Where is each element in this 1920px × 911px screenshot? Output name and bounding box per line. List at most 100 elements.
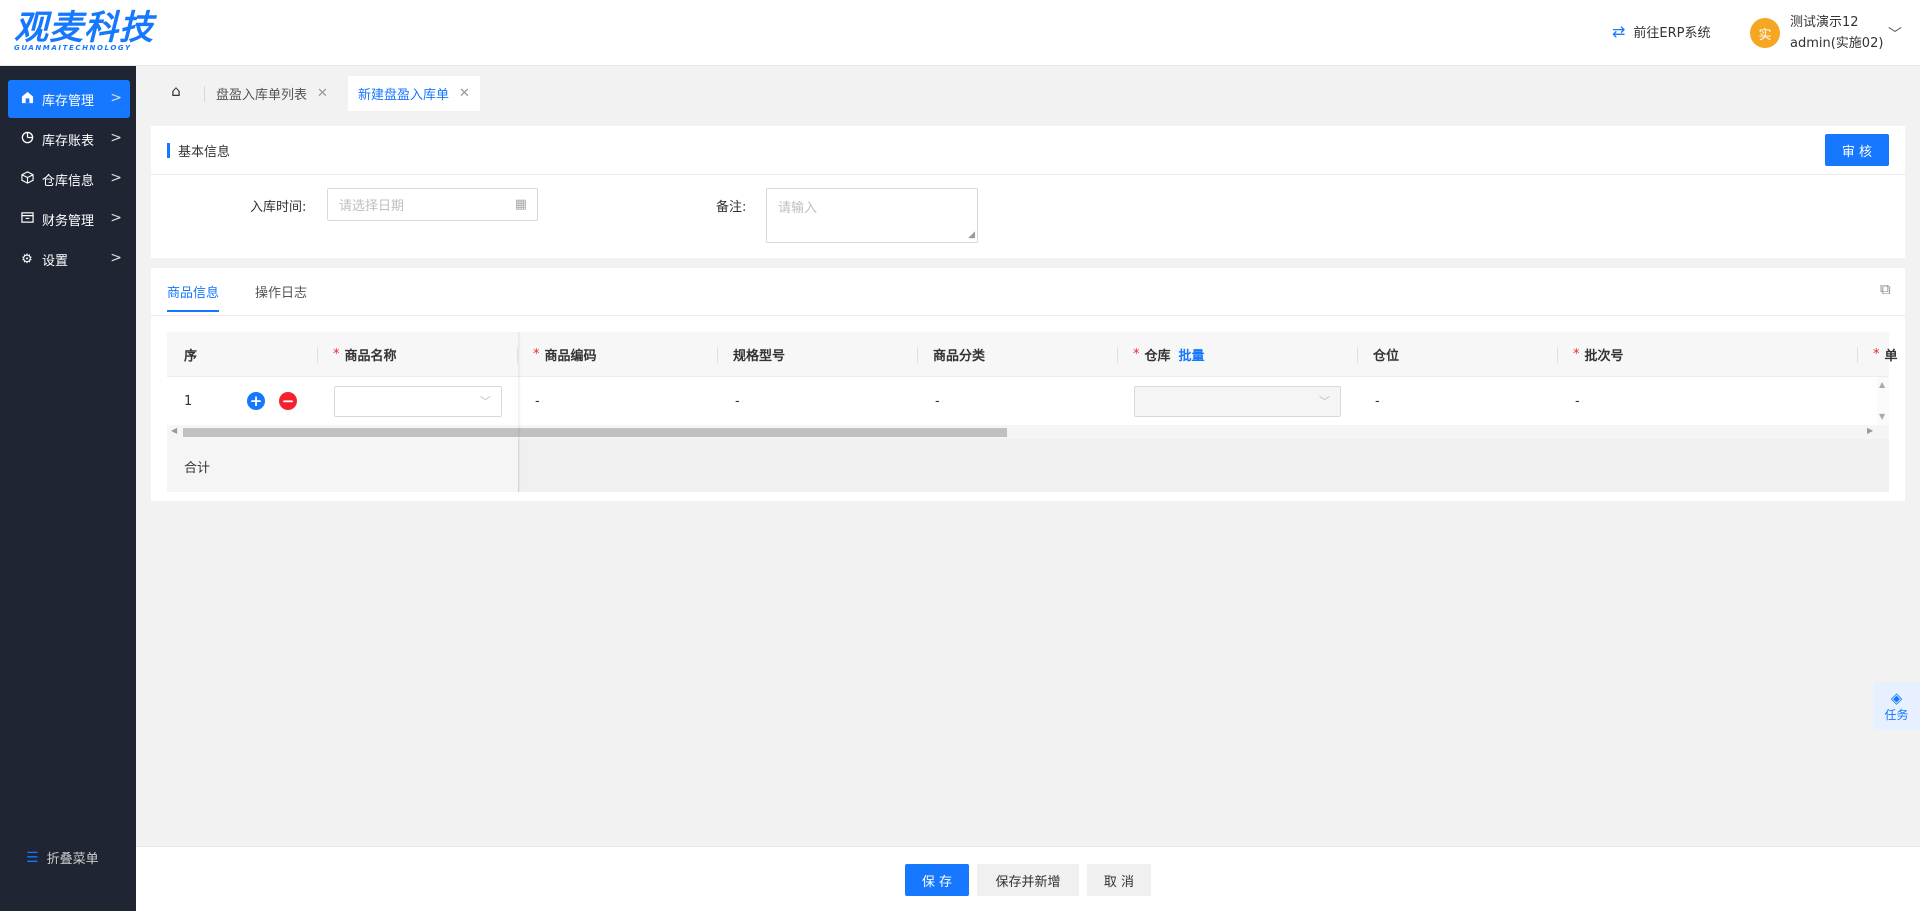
product-name-select[interactable]: ﹀ — [334, 386, 502, 417]
cell-location: - — [1375, 393, 1380, 409]
col-divider — [717, 347, 718, 363]
logo-text: 观麦科技 — [14, 8, 154, 48]
chevron-down-icon: ﹀ — [1319, 395, 1330, 408]
vertical-scrollbar[interactable]: ▲ ▼ — [1877, 377, 1889, 425]
user-menu[interactable]: 实 测试演示12 admin(实施02) — [1750, 12, 1883, 54]
audit-button[interactable]: 审 核 — [1825, 134, 1889, 166]
col-label: 商品名称 — [344, 349, 397, 364]
sidebar: 库存管理 > 库存账表 > 仓库信息 > 财务管理 > ⚙ 设置 > ☰ 折叠菜… — [0, 66, 136, 911]
warehouse-icon — [18, 91, 36, 108]
col-divider — [1357, 347, 1358, 363]
scrollbar-thumb[interactable] — [183, 428, 1007, 437]
sidebar-item-settings[interactable]: ⚙ 设置 > — [8, 240, 130, 278]
col-warehouse: * 仓库 批量 — [1133, 332, 1205, 377]
col-divider — [1857, 347, 1858, 363]
col-label: 仓库 — [1144, 349, 1171, 364]
remark-textarea[interactable]: 请输入 ◢ — [766, 188, 978, 243]
col-batch: * 批次号 — [1573, 332, 1624, 377]
scroll-up-icon[interactable]: ▲ — [1879, 380, 1885, 389]
col-next: * 单 — [1873, 332, 1898, 377]
section-title: 基本信息 — [167, 142, 231, 160]
warehouse-select[interactable]: ﹀ — [1134, 386, 1341, 417]
scroll-down-icon[interactable]: ▼ — [1879, 412, 1885, 421]
user-account: admin(实施02) — [1790, 36, 1884, 51]
table-header: 序 * 商品名称 * 商品编码 规格型号 商品分类 * 仓库 批量 仓位 * 批次号 *… — [167, 332, 1898, 377]
tab-operation-log[interactable]: 操作日志 — [255, 282, 307, 312]
tab-divider — [204, 86, 205, 102]
tab-list[interactable]: 盘盈入库单列表 ✕ — [206, 76, 338, 111]
required-mark: * — [1573, 347, 1580, 362]
sidebar-item-warehouse-info[interactable]: 仓库信息 > — [8, 160, 130, 198]
sidebar-item-finance[interactable]: 财务管理 > — [8, 200, 130, 238]
basic-info-card: 基本信息 审 核 入库时间: 请选择日期 ▦ 备注: 请输入 ◢ — [151, 126, 1905, 258]
page-tabs: ⌂ 盘盈入库单列表 ✕ 新建盘盈入库单 ✕ — [136, 66, 1920, 111]
menu-fold-icon: ☰ — [26, 849, 39, 866]
cube-icon — [18, 170, 36, 188]
remark-label: 备注: — [716, 200, 747, 215]
date-label: 入库时间: — [250, 200, 307, 215]
gear-icon: ⚙ — [21, 251, 33, 267]
col-divider — [317, 347, 318, 363]
col-divider — [1557, 347, 1558, 363]
scroll-right-icon[interactable]: ▶ — [1867, 426, 1873, 435]
resize-handle-icon[interactable]: ◢ — [968, 231, 975, 240]
section-title-text: 基本信息 — [178, 144, 231, 160]
summary-fixed-cell: 合计 — [167, 439, 519, 492]
col-category: 商品分类 — [933, 349, 986, 364]
add-row-button[interactable]: + — [247, 392, 265, 410]
divider — [151, 174, 1905, 175]
avatar: 实 — [1750, 18, 1780, 48]
close-icon[interactable]: ✕ — [317, 86, 328, 101]
tab-underline — [151, 315, 1905, 316]
tab-goods-info[interactable]: 商品信息 — [167, 282, 220, 312]
sidebar-item-inventory[interactable]: 库存管理 > — [8, 80, 130, 118]
collapse-menu-button[interactable]: ☰ 折叠菜单 — [26, 848, 99, 868]
scroll-left-icon[interactable]: ◀ — [171, 426, 177, 435]
finance-icon — [18, 211, 36, 228]
sidebar-item-label: 设置 — [42, 253, 69, 269]
switch-icon: ⇄ — [1612, 22, 1626, 41]
total-label: 合计 — [184, 461, 211, 476]
save-and-new-button[interactable]: 保存并新增 — [977, 864, 1079, 896]
horizontal-scrollbar[interactable]: ◀ ▶ — [167, 425, 1889, 439]
col-divider — [1117, 347, 1118, 363]
goods-table: 序 * 商品名称 * 商品编码 规格型号 商品分类 * 仓库 批量 仓位 * 批次号 *… — [167, 332, 1898, 492]
collapse-menu-label: 折叠菜单 — [46, 852, 99, 867]
tab-new-form[interactable]: 新建盘盈入库单 ✕ — [348, 76, 480, 111]
remark-placeholder: 请输入 — [778, 201, 818, 216]
chevron-down-icon[interactable]: ﹀ — [1888, 24, 1902, 44]
erp-link[interactable]: ⇄ 前往ERP系统 — [1612, 22, 1711, 41]
calendar-icon: ▦ — [514, 197, 527, 212]
layers-icon: ◈ — [1890, 688, 1903, 707]
sidebar-item-label: 财务管理 — [42, 213, 95, 229]
home-icon[interactable]: ⌂ — [161, 76, 191, 106]
cell-code: - — [535, 393, 540, 409]
top-header: 观麦科技 GUANMAITECHNOLOGY ⇄ 前往ERP系统 实 测试演示1… — [0, 0, 1920, 66]
col-location: 仓位 — [1373, 349, 1400, 364]
user-info: 测试演示12 admin(实施02) — [1790, 12, 1883, 54]
tab-label: 新建盘盈入库单 — [358, 88, 450, 103]
erp-link-label: 前往ERP系统 — [1633, 26, 1711, 41]
cell-batch: - — [1575, 393, 1580, 409]
sidebar-item-inventory-report[interactable]: 库存账表 > — [8, 120, 130, 158]
task-widget[interactable]: ◈ 任务 — [1873, 682, 1920, 730]
sidebar-item-label: 库存管理 — [42, 93, 95, 109]
date-picker[interactable]: 请选择日期 ▦ — [327, 188, 538, 221]
fixed-column-shadow — [518, 332, 521, 492]
row-actions: − — [279, 377, 297, 425]
required-mark: * — [533, 347, 540, 362]
bulk-set-link[interactable]: 批量 — [1179, 345, 1205, 364]
fullscreen-icon[interactable]: ⧉ — [1880, 280, 1891, 298]
save-button[interactable]: 保 存 — [905, 864, 969, 896]
col-divider — [917, 347, 918, 363]
tab-label: 盘盈入库单列表 — [216, 88, 308, 103]
col-label: 批次号 — [1584, 349, 1624, 364]
close-icon[interactable]: ✕ — [459, 86, 470, 101]
cancel-button[interactable]: 取 消 — [1087, 864, 1151, 896]
task-label: 任务 — [1884, 707, 1909, 722]
brand-logo[interactable]: 观麦科技 GUANMAITECHNOLOGY — [14, 10, 154, 52]
table-row: 1 + − ﹀ - - - ﹀ - - — [167, 377, 1889, 425]
chevron-right-icon: > — [110, 250, 122, 266]
remove-row-button[interactable]: − — [279, 392, 297, 410]
col-code: * 商品编码 — [533, 332, 597, 377]
